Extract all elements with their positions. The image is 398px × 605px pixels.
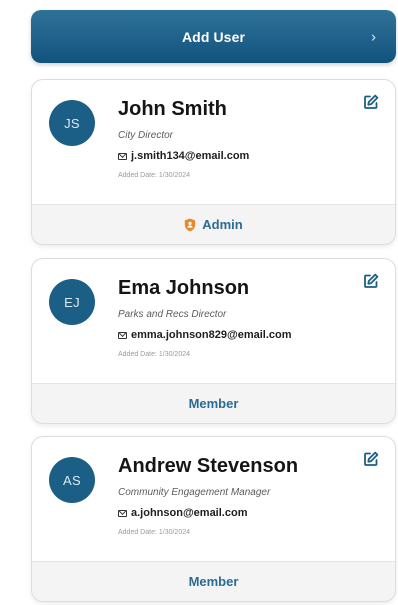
user-title: Parks and Recs Director xyxy=(118,309,227,320)
add-user-button[interactable]: Add User › xyxy=(31,10,396,63)
user-card-body: JS John Smith City Director j.smith134@e… xyxy=(32,80,395,204)
role-label: Member xyxy=(188,396,239,411)
role-badge-member[interactable]: Member xyxy=(32,561,395,601)
user-email-row: a.johnson@email.com xyxy=(118,507,247,519)
edit-icon[interactable] xyxy=(363,451,379,467)
user-name: John Smith xyxy=(118,98,227,120)
chevron-right-icon: › xyxy=(371,28,376,45)
mail-icon xyxy=(118,331,127,339)
user-name: Andrew Stevenson xyxy=(118,455,299,477)
user-email-row: emma.johnson829@email.com xyxy=(118,329,292,341)
mail-icon xyxy=(118,509,127,517)
added-date: Added Date: 1/30/2024 xyxy=(118,351,191,358)
avatar: JS xyxy=(49,100,95,146)
added-date: Added Date: 1/30/2024 xyxy=(118,529,191,536)
avatar: AS xyxy=(49,457,95,503)
role-badge-member[interactable]: Member xyxy=(32,383,395,423)
user-email: a.johnson@email.com xyxy=(131,507,248,519)
edit-icon[interactable] xyxy=(363,94,379,110)
user-title: City Director xyxy=(118,130,174,141)
user-card: AS Andrew Stevenson Community Engagement… xyxy=(31,436,396,602)
user-title: Community Engagement Manager xyxy=(118,487,271,498)
user-email-row: j.smith134@email.com xyxy=(118,150,249,162)
user-card: EJ Ema Johnson Parks and Recs Director e… xyxy=(31,258,396,424)
edit-icon[interactable] xyxy=(363,273,379,289)
role-label: Member xyxy=(188,574,239,589)
add-user-label: Add User xyxy=(181,28,246,45)
user-list-page: Add User › JS John Smith City Director j… xyxy=(0,0,398,605)
user-card-body: EJ Ema Johnson Parks and Recs Director e… xyxy=(32,259,395,383)
user-card: JS John Smith City Director j.smith134@e… xyxy=(31,79,396,245)
role-badge-admin[interactable]: Admin xyxy=(32,204,395,244)
user-email: emma.johnson829@email.com xyxy=(131,329,292,341)
mail-icon xyxy=(118,152,127,160)
role-label: Admin xyxy=(202,217,243,232)
user-card-body: AS Andrew Stevenson Community Engagement… xyxy=(32,437,395,561)
avatar: EJ xyxy=(49,279,95,325)
added-date: Added Date: 1/30/2024 xyxy=(118,172,191,179)
user-email: j.smith134@email.com xyxy=(131,150,250,162)
shield-icon xyxy=(185,218,196,231)
user-name: Ema Johnson xyxy=(118,277,250,299)
